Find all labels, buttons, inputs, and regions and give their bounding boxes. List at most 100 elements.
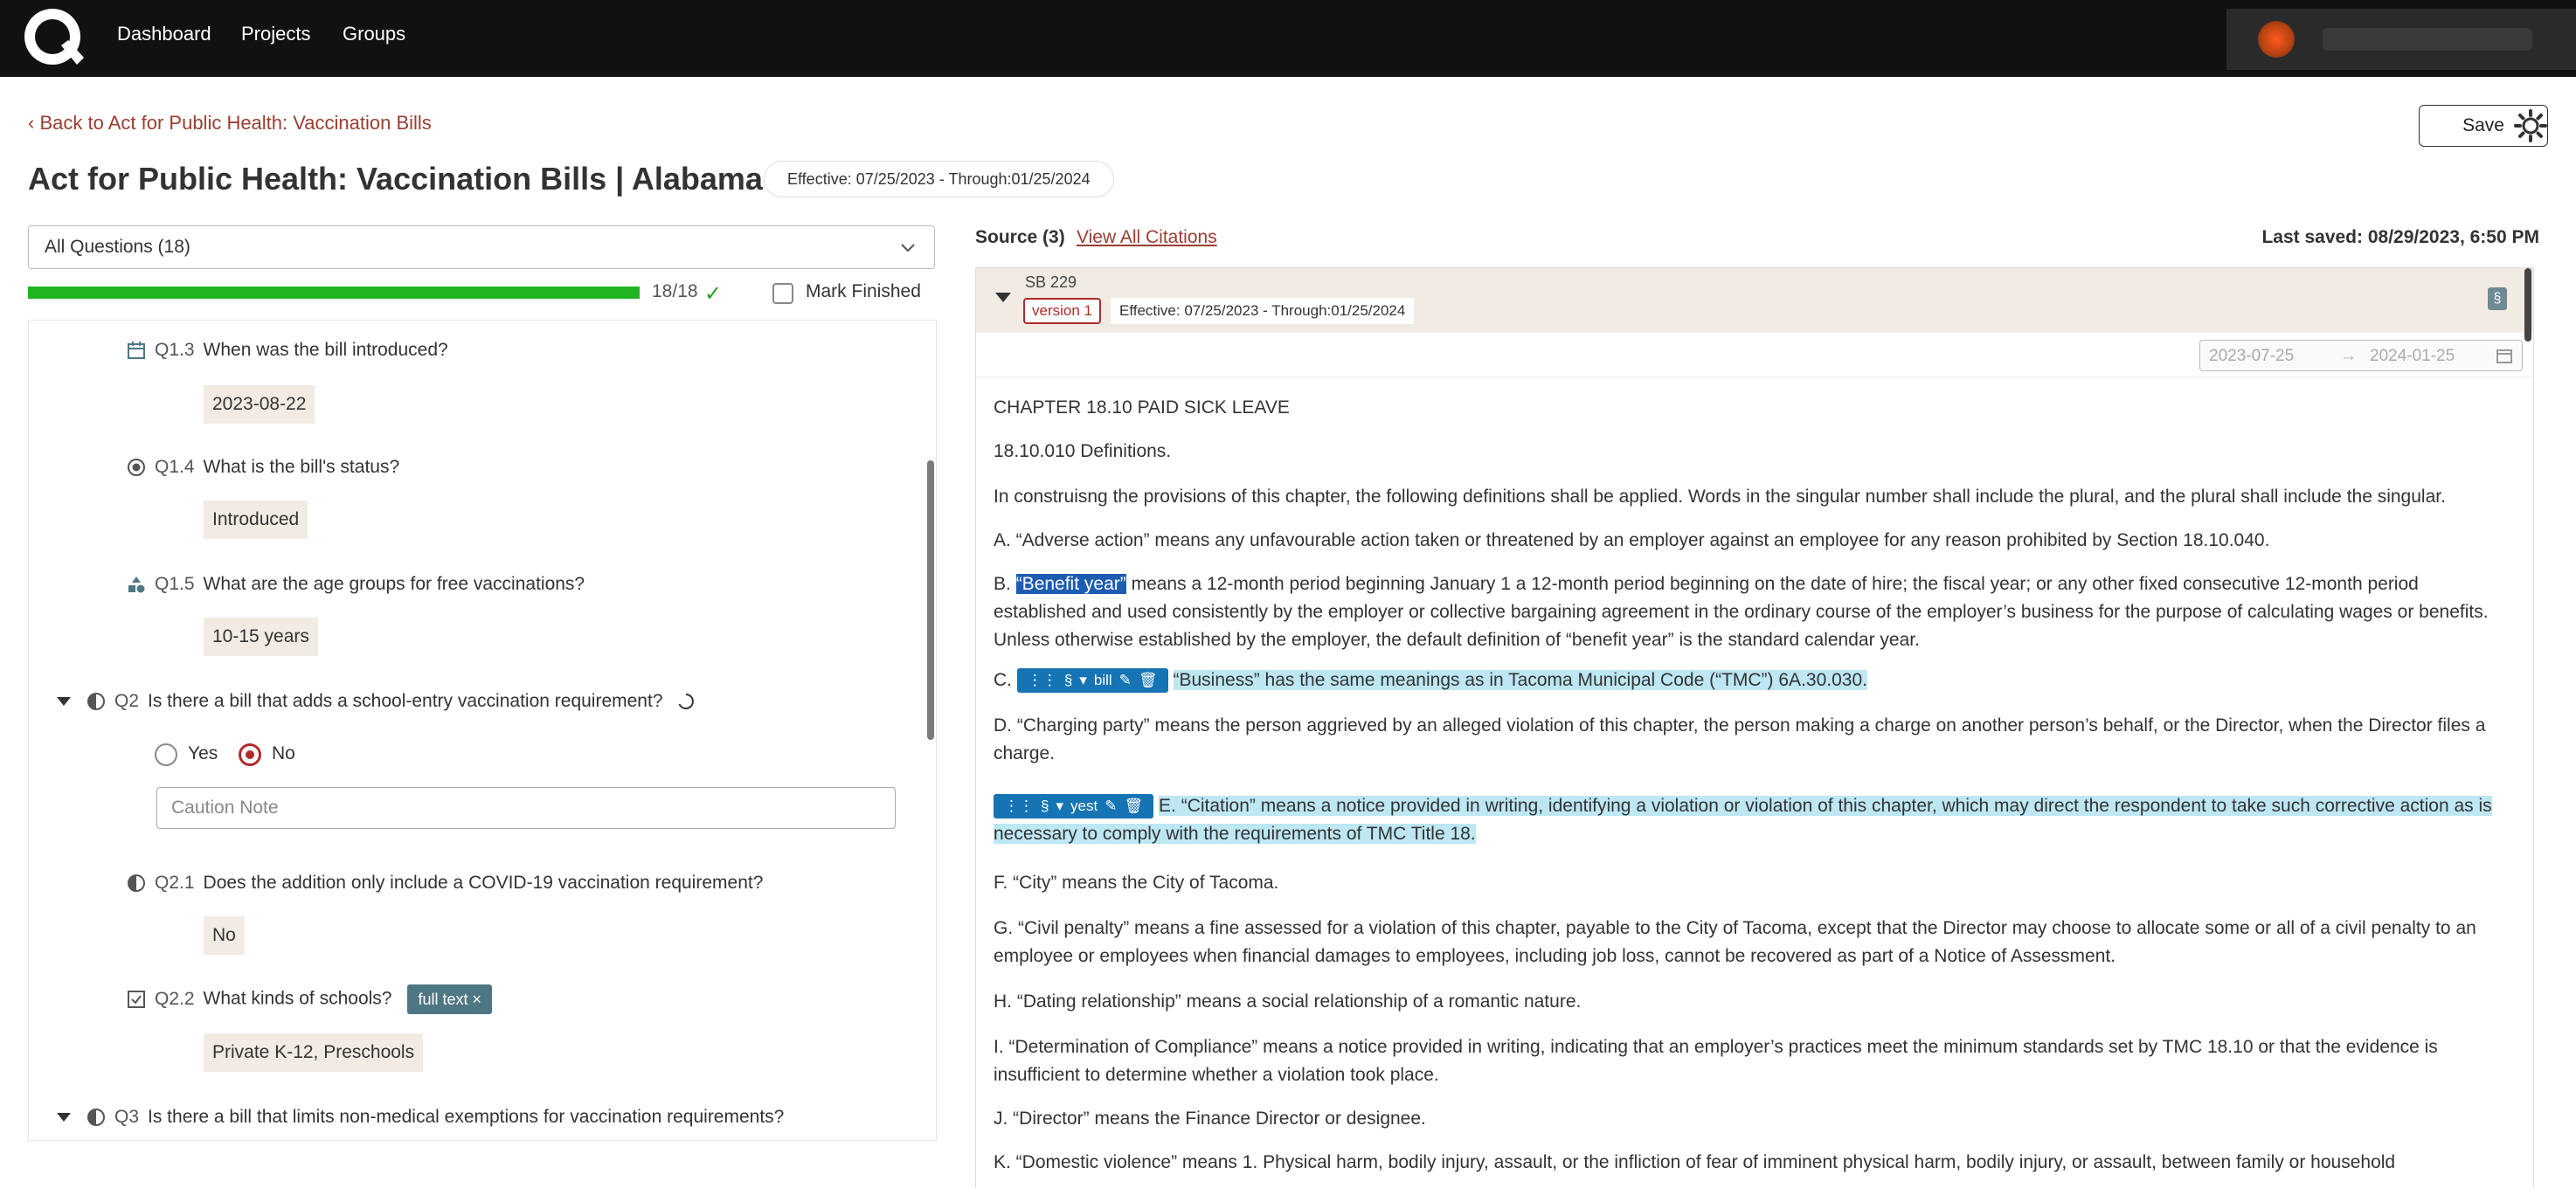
questions-panel[interactable]: Q1.3 When was the bill introduced? 2023-0… (28, 320, 937, 1141)
question-q3[interactable]: Q3 Is there a bill that limits non-medica… (57, 1107, 784, 1128)
drag-handle-icon[interactable]: ⋮⋮ (1004, 798, 1034, 814)
doc-paragraph-k: K. “Domestic violence” means 1. Physical… (994, 1152, 2396, 1172)
delete-icon[interactable]: 🗑 (1124, 798, 1143, 814)
source-panel[interactable]: SB 229 version 1 Effective: 07/25/2023 -… (975, 267, 2534, 1188)
full-text-tag[interactable]: full text × (407, 984, 493, 1014)
date-range-picker[interactable]: 2023-07-25 → 2024-01-25 (2199, 340, 2523, 371)
last-saved: Last saved: 08/29/2023, 6:50 PM (2261, 227, 2539, 248)
section-icon[interactable]: § (2488, 287, 2507, 310)
question-number: Q2 (114, 691, 140, 711)
question-text: What is the bill's status? (203, 457, 400, 477)
doc-chapter: CHAPTER 18.10 PAID SICK LEAVE (994, 397, 1290, 418)
app-logo[interactable] (23, 7, 84, 68)
question-number: Q3 (114, 1107, 140, 1127)
half-circle-icon (87, 693, 105, 711)
doc-text: C. (994, 670, 1012, 690)
radio-yes[interactable] (155, 743, 177, 766)
mark-finished-label: Mark Finished (806, 281, 921, 301)
caret-down-icon[interactable] (57, 697, 71, 707)
chevron-left-icon: ‹ (28, 112, 40, 134)
question-number: Q2.1 (155, 873, 195, 893)
question-q2[interactable]: Q2 Is there a bill that adds a school-ent… (57, 691, 696, 712)
question-q1-4[interactable]: Q1.4 What is the bill's status? (127, 457, 399, 478)
radio-yes-label: Yes (188, 743, 218, 763)
answer-value[interactable]: 10-15 years (204, 618, 318, 656)
doc-paragraph-g: G. “Civil penalty” means a fine assessed… (994, 918, 2476, 966)
question-filter-value: All Questions (18) (45, 237, 190, 257)
highlighted-citation-text[interactable]: “Business” has the same meanings as in T… (1173, 670, 1867, 690)
edit-icon[interactable]: ✎ (1104, 798, 1117, 814)
caution-note-input[interactable] (156, 787, 896, 829)
arrow-right-icon: → (2340, 347, 2357, 365)
gear-icon[interactable] (2513, 108, 2548, 143)
doc-paragraph-intro: In construisng the provisions of this ch… (994, 487, 2446, 507)
nav-dashboard[interactable]: Dashboard (117, 23, 211, 45)
question-number: Q2.2 (155, 988, 195, 1009)
question-text: Does the addition only include a COVID-1… (203, 873, 764, 893)
category-icon (128, 577, 145, 593)
half-circle-icon (87, 1109, 105, 1127)
citation-symbol: § (1063, 672, 1073, 689)
radio-no-label: No (272, 743, 295, 763)
drag-handle-icon[interactable]: ⋮⋮ (1028, 672, 1057, 688)
question-filter-select[interactable]: All Questions (18) (28, 225, 935, 269)
question-text: What kinds of schools? (203, 988, 392, 1009)
doc-paragraph-a: A. “Adverse action” means any unfavourab… (994, 530, 2270, 550)
calendar-icon (128, 342, 145, 360)
doc-paragraph-c: C. ⋮⋮ § ▾ bill ✎ 🗑 “Business” has the same mea… (994, 667, 2514, 694)
question-q2-2[interactable]: Q2.2 What kinds of schools? full text × (127, 984, 493, 1014)
answer-value[interactable]: Private K-12, Preschools (204, 1033, 424, 1072)
question-number: Q1.5 (155, 574, 195, 594)
dropdown-icon[interactable]: ▾ (1079, 672, 1087, 688)
doc-paragraph-d: D. “Charging party” means the person agg… (994, 715, 2486, 763)
nav-projects[interactable]: Projects (241, 23, 310, 45)
question-q2-1[interactable]: Q2.1 Does the addition only include a COV… (127, 873, 763, 894)
loading-spinner-icon (678, 694, 695, 710)
doc-text: means a 12-month period beginning Januar… (994, 574, 2489, 650)
scrollbar[interactable] (2524, 268, 2531, 342)
divider (976, 376, 2533, 377)
version-badge[interactable]: version 1 (1023, 298, 1101, 324)
last-saved-value: 08/29/2023, 6:50 PM (2367, 227, 2539, 247)
date-to[interactable]: 2024-01-25 (2370, 347, 2455, 366)
scrollbar[interactable] (927, 460, 934, 740)
date-from[interactable]: 2023-07-25 (2209, 347, 2294, 366)
nav-groups[interactable]: Groups (343, 23, 405, 45)
doc-paragraph-i: I. “Determination of Compliance” means a… (994, 1037, 2438, 1085)
question-q1-3[interactable]: Q1.3 When was the bill introduced? (127, 340, 448, 361)
progress-fill (28, 287, 640, 299)
chevron-down-icon (901, 244, 915, 252)
answer-value[interactable]: Introduced (204, 501, 308, 539)
citation-symbol: § (1041, 798, 1049, 815)
question-q1-5[interactable]: Q1.5 What are the age groups for free vac… (127, 574, 585, 595)
edit-icon[interactable]: ✎ (1119, 672, 1132, 688)
mark-finished-checkbox[interactable] (772, 283, 793, 304)
half-circle-icon (128, 874, 145, 893)
progress-count: 18/18 (652, 281, 698, 301)
source-effective-date: Effective: 07/25/2023 - Through:01/25/20… (1111, 298, 1415, 324)
calendar-icon (2496, 349, 2512, 363)
citation-tag[interactable]: ⋮⋮ § ▾ yest ✎ 🗑 (994, 794, 1154, 819)
answer-value[interactable]: No (204, 916, 245, 955)
radio-icon (128, 459, 145, 477)
checkbox-icon (128, 991, 145, 1008)
highlighted-citation-text[interactable]: E. “Citation” means a notice provided in… (994, 796, 2492, 844)
effective-date-badge: Effective: 07/25/2023 - Through:01/25/20… (764, 161, 1114, 197)
avatar (2258, 21, 2295, 58)
answer-value[interactable]: 2023-08-22 (204, 385, 315, 424)
citation-tag[interactable]: ⋮⋮ § ▾ bill ✎ 🗑 (1016, 668, 1168, 694)
selected-text[interactable]: “Benefit year” (1015, 574, 1126, 594)
doc-text: B. (994, 574, 1011, 594)
back-link[interactable]: ‹ Back to Act for Public Health: Vaccina… (28, 112, 432, 135)
delete-icon[interactable]: 🗑 (1139, 672, 1158, 688)
top-nav-bar: Dashboard Projects Groups (0, 0, 2576, 77)
view-all-citations-link[interactable]: View All Citations (1077, 227, 1217, 248)
citation-label: yest (1070, 798, 1098, 815)
dropdown-icon[interactable]: ▾ (1056, 798, 1063, 814)
question-text: Is there a bill that adds a school-entry… (148, 691, 663, 711)
radio-no[interactable] (239, 743, 261, 766)
checkmark-icon: ✓ (704, 282, 723, 306)
caret-down-icon[interactable] (57, 1113, 71, 1122)
user-menu[interactable] (2226, 9, 2576, 70)
caret-down-icon[interactable] (995, 293, 1011, 302)
